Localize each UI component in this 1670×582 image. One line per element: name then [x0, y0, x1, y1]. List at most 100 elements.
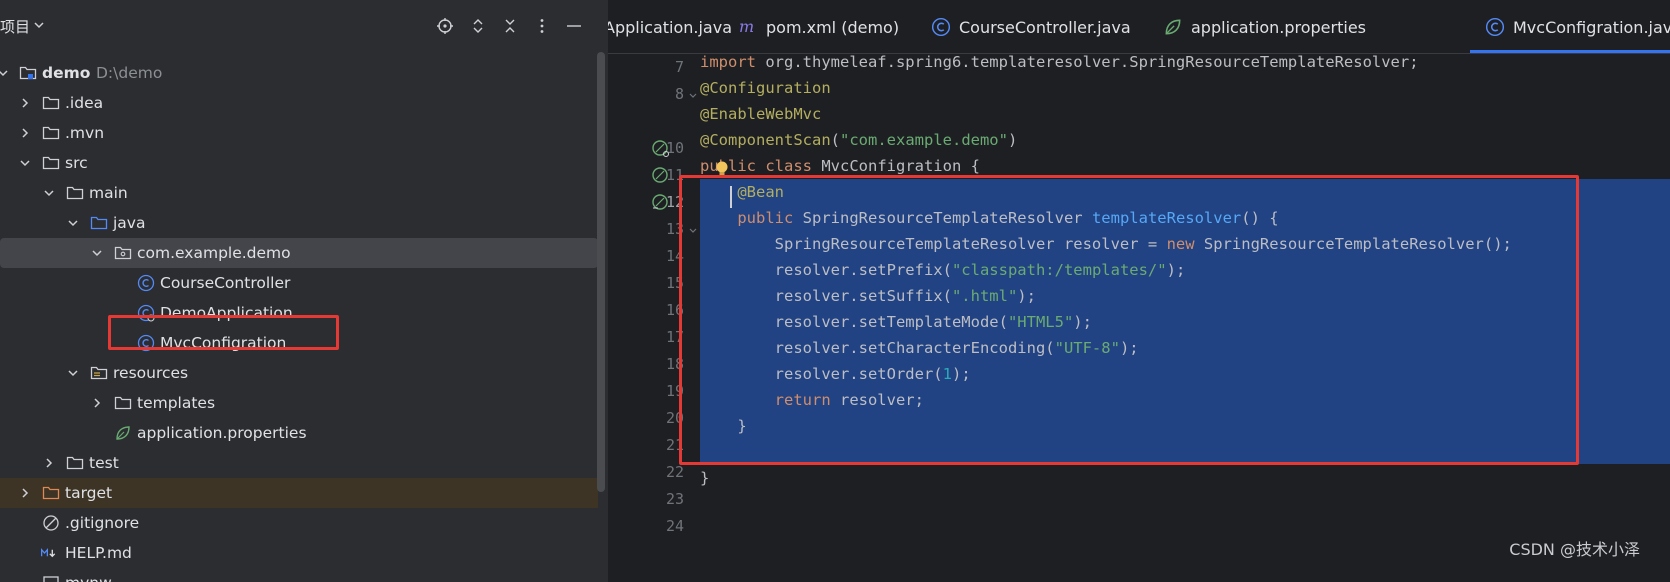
- spring-bean-gutter-icon[interactable]: [651, 139, 671, 159]
- collapse-all-icon[interactable]: [498, 14, 522, 38]
- tree-item-mvnw[interactable]: mvnw: [0, 568, 598, 582]
- tree-item-demo[interactable]: demo D:\demo: [0, 58, 598, 88]
- java-class-icon: [137, 274, 155, 292]
- code-line: }: [700, 465, 709, 492]
- expand-all-icon[interactable]: [466, 14, 490, 38]
- active-tab-indicator: [1470, 50, 1670, 53]
- tab-application-properties[interactable]: application.properties: [1163, 0, 1366, 53]
- tree-item-label: src: [65, 154, 88, 172]
- chevron-right-icon[interactable]: [18, 486, 32, 500]
- annotation-highlight-box: [679, 175, 1579, 465]
- chevron-down-icon[interactable]: [90, 246, 104, 260]
- tree-item-label: java: [113, 214, 146, 232]
- ignore-file-icon: [43, 515, 59, 531]
- tree-item-help-md[interactable]: HELP.md: [0, 538, 598, 568]
- code-line: @EnableWebMvc: [700, 101, 821, 128]
- line-number: 20: [665, 409, 684, 427]
- spring-leaf-icon: [116, 426, 130, 440]
- code-token: org.thymeleaf.spring6.templateresolver.S…: [765, 53, 1419, 71]
- svg-text:m: m: [739, 17, 754, 36]
- spring-bean-gutter-icon[interactable]: [651, 193, 671, 213]
- tab-pom-xml[interactable]: m pom.xml (demo): [738, 0, 900, 53]
- code-token: "com.example.demo": [840, 131, 1008, 149]
- locate-file-icon[interactable]: [433, 14, 457, 38]
- tree-item-label: .idea: [65, 94, 104, 112]
- tree-item-label: .mvn: [65, 124, 105, 142]
- code-line: import org.thymeleaf.spring6.templateres…: [700, 49, 1419, 76]
- source-folder-icon: [90, 216, 108, 230]
- code-line: @ComponentScan("com.example.demo"): [700, 127, 1017, 154]
- fold-chevron-icon[interactable]: [688, 91, 698, 101]
- tree-item-mvn[interactable]: .mvn: [0, 118, 598, 148]
- tree-item-package-com-example-demo[interactable]: com.example.demo: [0, 238, 598, 268]
- more-options-icon[interactable]: [530, 14, 554, 38]
- tab-coursecontroller-java[interactable]: CourseController.java: [931, 0, 1131, 53]
- excluded-folder-icon: [42, 486, 60, 500]
- folder-icon: [114, 396, 132, 410]
- tab-label: pom.xml (demo): [766, 17, 900, 37]
- java-class-icon: [931, 17, 951, 37]
- tree-item-application-properties[interactable]: application.properties: [0, 418, 598, 448]
- tab-mvcconfigration-java[interactable]: MvcConfigration.java: [1485, 0, 1670, 53]
- project-panel-title[interactable]: 项目: [0, 16, 30, 37]
- tab-label: Application.java: [608, 17, 733, 37]
- line-number: 8: [674, 85, 684, 103]
- maven-icon: m: [739, 17, 754, 36]
- package-icon: [114, 246, 132, 260]
- tree-item-templates[interactable]: templates: [0, 388, 598, 418]
- chevron-right-icon[interactable]: [18, 126, 32, 140]
- tree-item-path: D:\demo: [96, 64, 163, 82]
- tree-item-label: HELP.md: [65, 544, 132, 562]
- line-number: 24: [665, 517, 684, 535]
- tree-item-main[interactable]: main: [0, 178, 598, 208]
- folder-icon: [42, 96, 60, 110]
- tab-label: CourseController.java: [959, 17, 1131, 37]
- line-number: 21: [665, 436, 684, 454]
- chevron-down-icon[interactable]: [18, 156, 32, 170]
- chevron-right-icon[interactable]: [18, 96, 32, 110]
- code-token: @Configuration: [700, 79, 831, 97]
- chevron-down-icon[interactable]: [32, 18, 46, 32]
- tree-item-target[interactable]: target: [0, 478, 598, 508]
- chevron-down-icon[interactable]: [66, 366, 80, 380]
- tree-item-test[interactable]: test: [0, 448, 598, 478]
- tree-item-src[interactable]: src: [0, 148, 598, 178]
- minimize-icon[interactable]: [562, 14, 586, 38]
- tree-item-label: com.example.demo: [137, 244, 291, 262]
- tree-item-label: test: [89, 454, 119, 472]
- editor-tab-bar: Application.java m pom.xml (demo) Course…: [608, 0, 1670, 54]
- spring-bean-gutter-icon[interactable]: [651, 166, 671, 186]
- markdown-icon: [40, 547, 56, 558]
- chevron-down-icon[interactable]: [42, 186, 56, 200]
- tab-application-java[interactable]: Application.java: [608, 0, 733, 53]
- chevron-down-icon[interactable]: [66, 216, 80, 230]
- tab-label: MvcConfigration.java: [1513, 17, 1670, 37]
- java-class-icon: [1485, 17, 1505, 37]
- tree-item-idea[interactable]: .idea: [0, 88, 598, 118]
- line-number: 18: [665, 355, 684, 373]
- line-number: 16: [665, 301, 684, 319]
- code-token: @ComponentScan: [700, 131, 831, 149]
- code-line: @Configuration: [700, 75, 831, 102]
- chevron-right-icon[interactable]: [42, 456, 56, 470]
- line-number: 14: [665, 247, 684, 265]
- module-folder-icon: [19, 66, 37, 80]
- tree-item-label: resources: [113, 364, 189, 382]
- folder-icon: [66, 186, 84, 200]
- line-number: 22: [665, 463, 684, 481]
- line-number: 15: [665, 274, 684, 292]
- chevron-right-icon[interactable]: [90, 396, 104, 410]
- line-number: 7: [674, 58, 684, 76]
- tree-scrollbar[interactable]: [597, 52, 605, 492]
- folder-icon: [42, 126, 60, 140]
- tree-item-gitignore[interactable]: .gitignore: [0, 508, 598, 538]
- spring-leaf-icon: [1165, 19, 1181, 35]
- folder-icon: [66, 456, 84, 470]
- tree-item-resources[interactable]: resources: [0, 358, 598, 388]
- chevron-down-icon[interactable]: [0, 66, 10, 80]
- annotation-highlight-box: [108, 315, 339, 350]
- tree-item-java[interactable]: java: [0, 208, 598, 238]
- code-token: ): [1007, 131, 1018, 149]
- tree-item-coursecontroller[interactable]: CourseController: [0, 268, 598, 298]
- tree-item-label: templates: [137, 394, 216, 412]
